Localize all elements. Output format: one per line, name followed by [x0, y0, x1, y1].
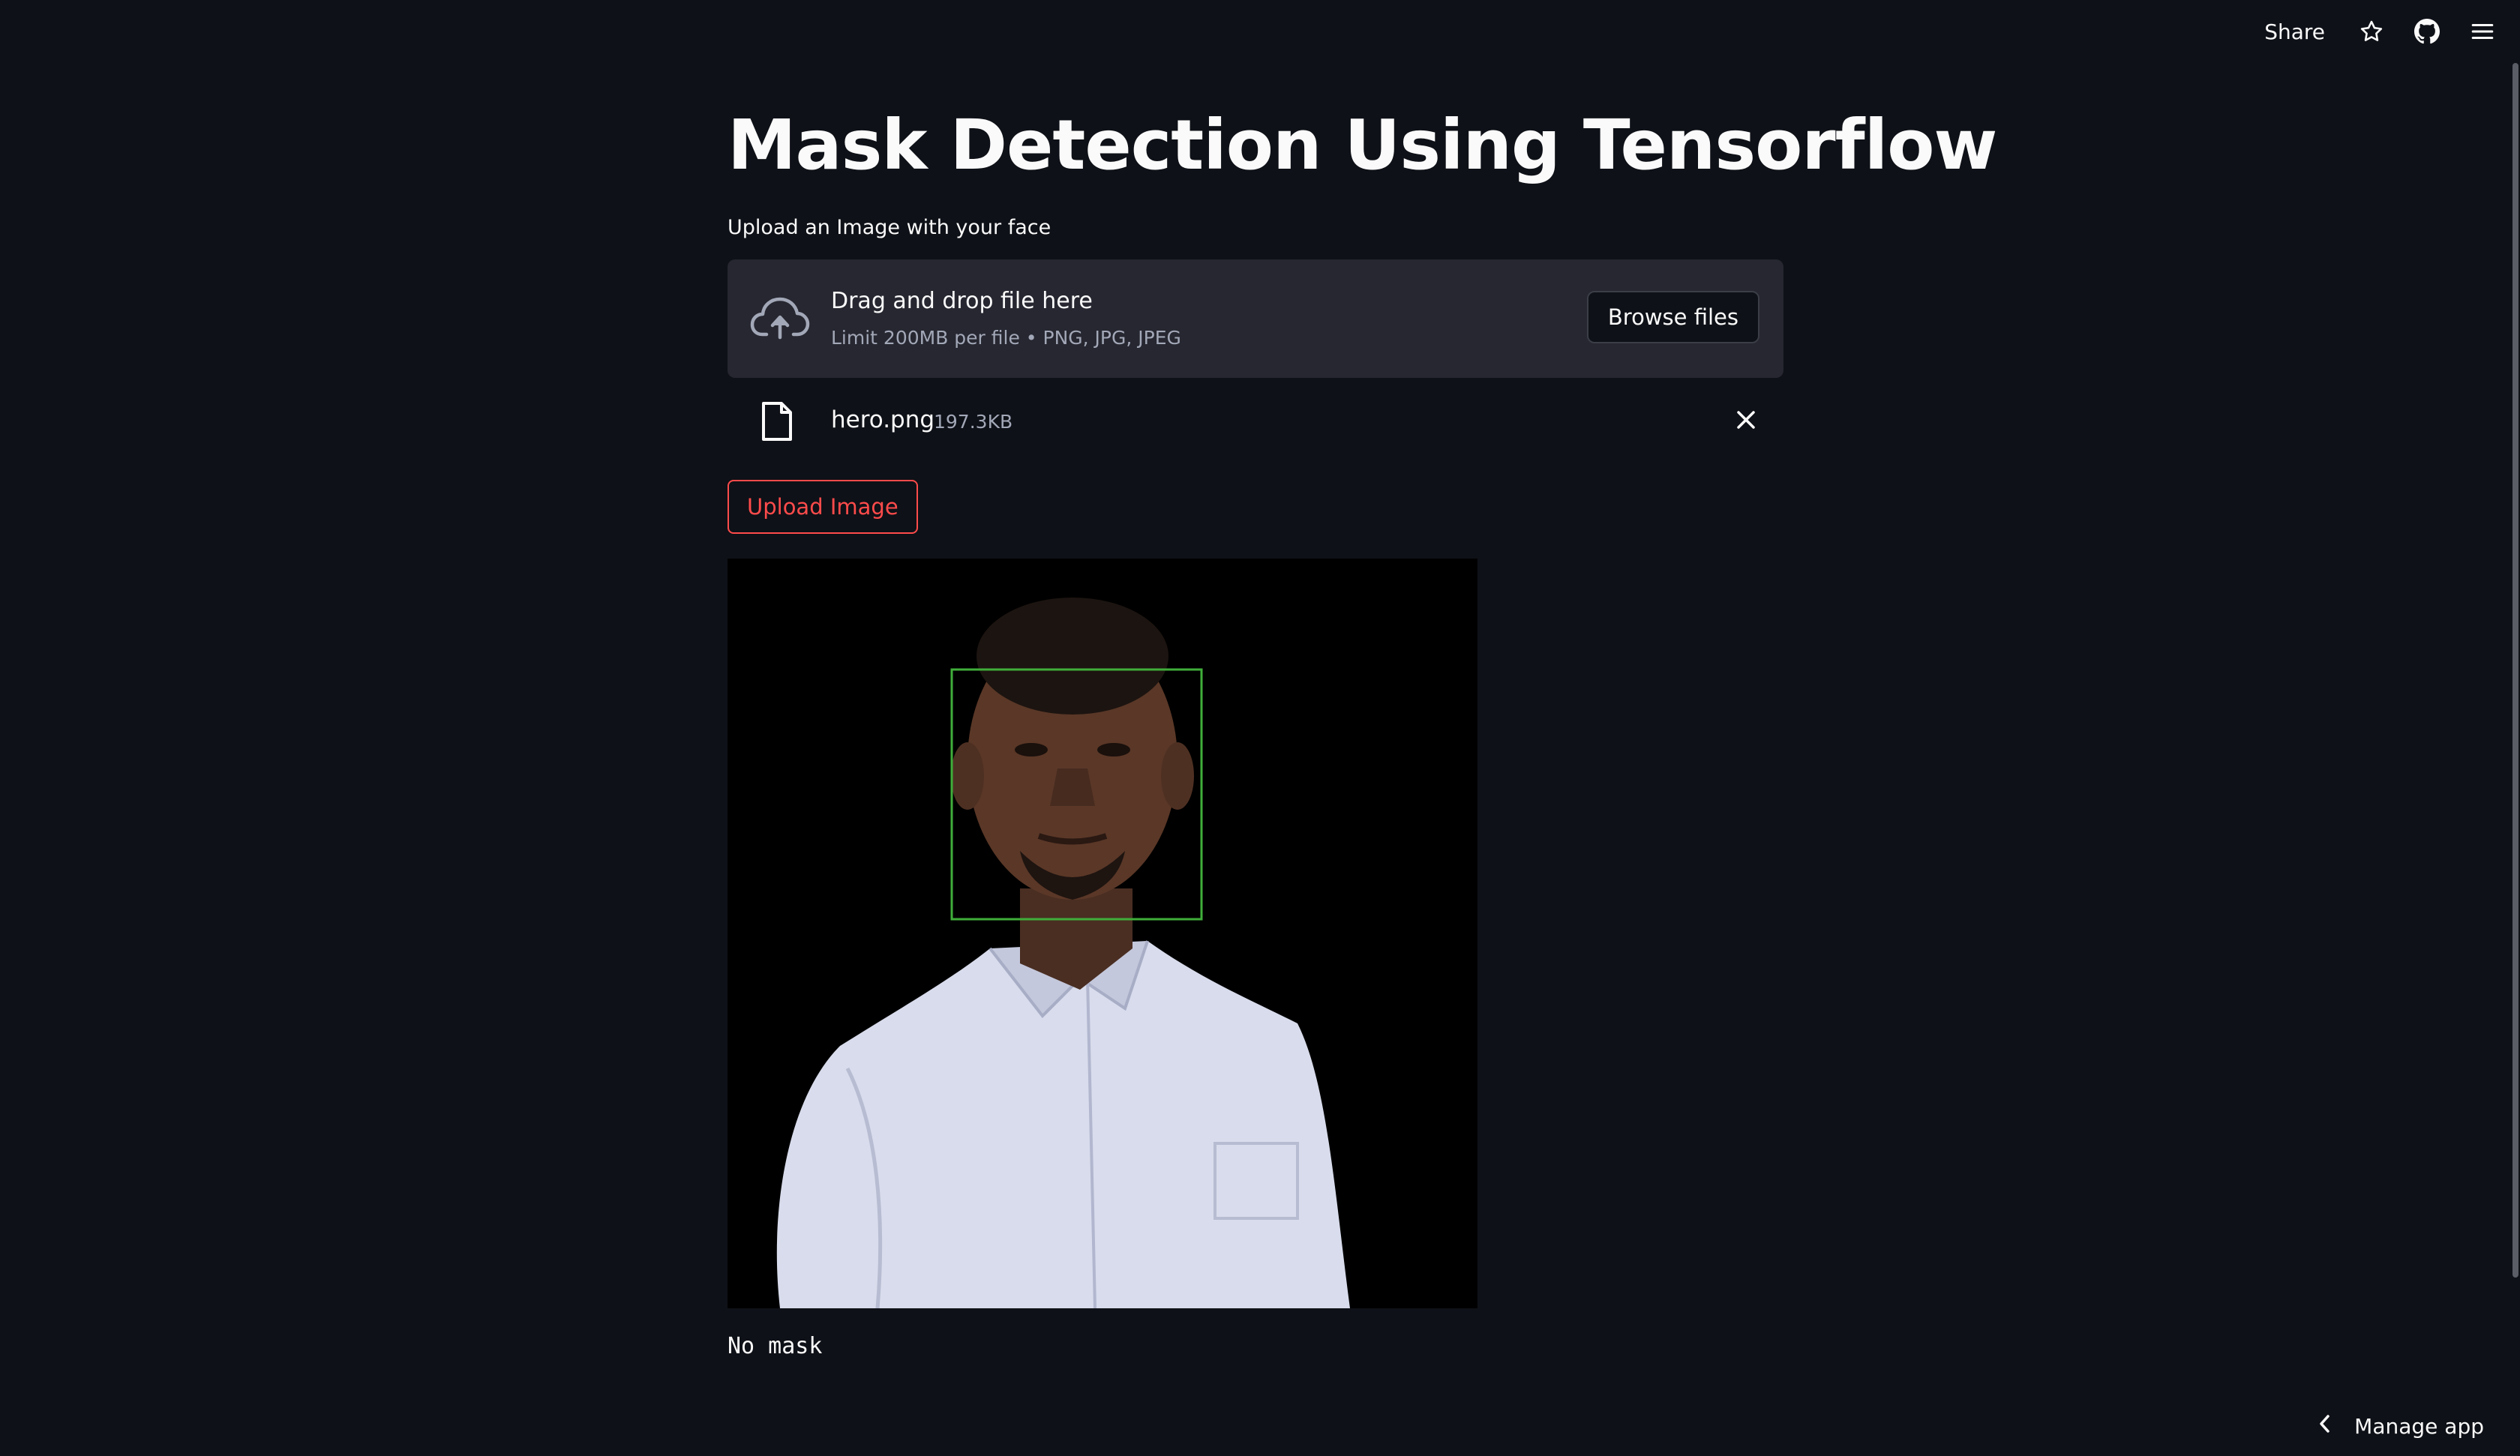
dropzone-title: Drag and drop file here: [831, 288, 1093, 314]
file-dropzone[interactable]: Drag and drop file here Limit 200MB per …: [728, 259, 1784, 378]
uploaded-file-size: 197.3KB: [934, 411, 1013, 433]
star-icon[interactable]: [2356, 16, 2386, 46]
manage-app-button[interactable]: Manage app: [2317, 1413, 2484, 1440]
top-toolbar: Share: [0, 0, 2520, 63]
uploaded-file-name: hero.png: [831, 406, 935, 433]
remove-file-close-icon[interactable]: [1731, 405, 1761, 435]
person-photo: [728, 559, 1478, 1308]
hamburger-menu-icon[interactable]: [2468, 16, 2498, 46]
manage-app-label: Manage app: [2354, 1414, 2484, 1439]
share-button[interactable]: Share: [2264, 19, 2325, 44]
prediction-result-text: No mask: [728, 1333, 823, 1359]
upload-image-button[interactable]: Upload Image: [728, 480, 918, 534]
result-image: [728, 559, 1478, 1308]
chevron-left-icon: [2317, 1413, 2333, 1440]
page-scrollbar[interactable]: [2511, 63, 2520, 1278]
github-icon[interactable]: [2412, 16, 2442, 46]
uploaded-file-row: hero.png 197.3KB: [728, 397, 1784, 445]
file-uploader-label: Upload an Image with your face: [728, 216, 1052, 239]
page-title: Mask Detection Using Tensorflow: [728, 105, 1997, 185]
dropzone-limit-text: Limit 200MB per file • PNG, JPG, JPEG: [831, 327, 1181, 349]
scrollbar-thumb[interactable]: [2512, 63, 2518, 1278]
file-icon: [760, 400, 794, 442]
browse-files-button[interactable]: Browse files: [1586, 291, 1760, 343]
cloud-upload-icon: [750, 292, 810, 345]
